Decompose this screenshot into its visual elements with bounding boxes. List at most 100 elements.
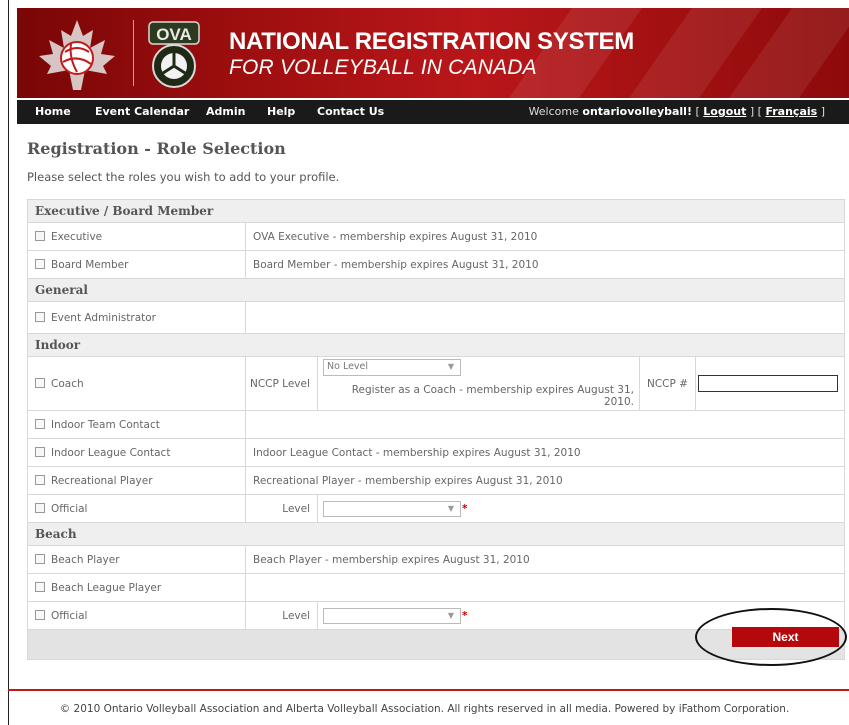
indoor-league-contact-checkbox[interactable] [35, 446, 45, 457]
user-welcome: Welcome ontariovolleyball! [ Logout ] [ … [528, 105, 825, 118]
role-recreational-player: Recreational Player [27, 466, 246, 495]
beach-league-player-label: Beach League Player [51, 581, 162, 594]
nccp-level-label: NCCP Level [245, 356, 318, 411]
indoor-official-checkbox[interactable] [35, 502, 45, 513]
role-row: Board Member Board Member - membership e… [27, 250, 845, 279]
section-general-heading: General [27, 278, 845, 302]
section-beach-heading: Beach [27, 522, 845, 546]
nccp-number-label: NCCP # [639, 356, 696, 411]
indoor-team-contact-label: Indoor Team Contact [51, 418, 160, 431]
role-beach-player: Beach Player [27, 545, 246, 574]
event-admin-checkbox[interactable] [35, 311, 45, 322]
beach-official-level-cell: ▼ * [317, 601, 845, 630]
beach-league-player-description [245, 573, 845, 602]
role-indoor-official: Official [27, 494, 246, 523]
main-nav: Home Event Calendar Admin Help Contact U… [17, 100, 849, 124]
role-row: Indoor League Contact Indoor League Cont… [27, 438, 845, 467]
board-member-description: Board Member - membership expires August… [245, 250, 845, 279]
recreational-player-label: Recreational Player [51, 474, 153, 487]
next-button[interactable]: Next [732, 627, 839, 647]
footer-copyright: © 2010 Ontario Volleyball Association an… [59, 703, 790, 715]
executive-description: OVA Executive - membership expires Augus… [245, 222, 845, 251]
nav-help[interactable]: Help [267, 105, 295, 118]
beach-player-checkbox[interactable] [35, 553, 45, 564]
event-admin-description [245, 301, 845, 334]
board-member-checkbox[interactable] [35, 258, 45, 269]
language-link[interactable]: Français [765, 105, 817, 118]
role-board-member: Board Member [27, 250, 246, 279]
beach-official-level-label: Level [245, 601, 318, 630]
page-intro: Please select the roles you wish to add … [27, 170, 340, 184]
recreational-player-checkbox[interactable] [35, 474, 45, 485]
role-row: Coach NCCP Level No Level ▼ Register as … [27, 356, 845, 411]
coach-checkbox[interactable] [35, 377, 45, 388]
role-row: Recreational Player Recreational Player … [27, 466, 845, 495]
section-executive-heading: Executive / Board Member [27, 199, 845, 223]
site-subtitle: FOR VOLLEYBALL IN CANADA [229, 56, 537, 79]
beach-official-level-select[interactable]: ▼ [323, 607, 461, 624]
chevron-down-icon: ▼ [447, 610, 454, 620]
board-member-label: Board Member [51, 258, 129, 271]
actions-row [27, 629, 845, 660]
nccp-level-select[interactable]: No Level ▼ [323, 359, 461, 376]
logout-link[interactable]: Logout [703, 105, 746, 118]
indoor-league-contact-label: Indoor League Contact [51, 446, 171, 459]
welcome-text: Welcome [528, 105, 579, 118]
section-header: General [27, 278, 845, 302]
role-row: Executive OVA Executive - membership exp… [27, 222, 845, 251]
nav-admin[interactable]: Admin [206, 105, 245, 118]
ova-logo: OVA [148, 21, 200, 88]
footer-divider [8, 689, 849, 691]
indoor-official-level-cell: ▼ * [317, 494, 845, 523]
event-admin-label: Event Administrator [51, 311, 156, 324]
site-title: NATIONAL REGISTRATION SYSTEM [229, 28, 634, 55]
beach-league-player-checkbox[interactable] [35, 581, 45, 592]
indoor-official-level-label: Level [245, 494, 318, 523]
section-indoor-heading: Indoor [27, 333, 845, 357]
role-event-administrator: Event Administrator [27, 301, 246, 334]
maple-leaf-volleyball-logo [39, 20, 115, 90]
username: ontariovolleyball! [582, 105, 692, 118]
indoor-official-label: Official [51, 502, 88, 515]
role-coach: Coach [27, 356, 246, 411]
indoor-league-contact-description: Indoor League Contact - membership expir… [245, 438, 845, 467]
site-banner: OVA NATIONAL REGISTRATION SYSTEM FOR VOL… [17, 8, 849, 98]
logo-divider [133, 20, 134, 86]
nccp-number-cell [695, 356, 845, 411]
section-header: Executive / Board Member [27, 199, 845, 223]
indoor-team-contact-description [245, 410, 845, 439]
chevron-down-icon: ▼ [447, 362, 454, 371]
section-header: Beach [27, 522, 845, 546]
coach-details: No Level ▼ Register as a Coach - members… [317, 356, 640, 411]
nav-contact-us[interactable]: Contact Us [317, 105, 384, 118]
page-title: Registration - Role Selection [27, 139, 286, 158]
required-marker: * [462, 609, 468, 622]
role-indoor-league-contact: Indoor League Contact [27, 438, 246, 467]
beach-player-label: Beach Player [51, 553, 120, 566]
beach-official-checkbox[interactable] [35, 609, 45, 620]
recreational-player-description: Recreational Player - membership expires… [245, 466, 845, 495]
ova-logo-text: OVA [156, 25, 192, 44]
coach-label: Coach [51, 377, 84, 390]
actions-cell [27, 629, 845, 660]
nccp-number-input[interactable] [698, 375, 838, 392]
nav-home[interactable]: Home [35, 105, 71, 118]
role-selection-table: Executive / Board Member Executive OVA E… [27, 199, 845, 660]
executive-checkbox[interactable] [35, 230, 45, 241]
indoor-team-contact-checkbox[interactable] [35, 418, 45, 429]
role-row: Event Administrator [27, 301, 845, 334]
nccp-level-value: No Level [327, 361, 369, 372]
indoor-official-level-select[interactable]: ▼ [323, 500, 461, 517]
beach-player-description: Beach Player - membership expires August… [245, 545, 845, 574]
role-row: Beach League Player [27, 573, 845, 602]
nav-event-calendar[interactable]: Event Calendar [95, 105, 189, 118]
role-beach-league-player: Beach League Player [27, 573, 246, 602]
required-marker: * [462, 502, 468, 515]
chevron-down-icon: ▼ [447, 503, 454, 513]
executive-label: Executive [51, 230, 103, 243]
beach-official-label: Official [51, 609, 88, 622]
role-indoor-team-contact: Indoor Team Contact [27, 410, 246, 439]
role-executive: Executive [27, 222, 246, 251]
section-header: Indoor [27, 333, 845, 357]
role-row: Official Level ▼ * [27, 494, 845, 523]
